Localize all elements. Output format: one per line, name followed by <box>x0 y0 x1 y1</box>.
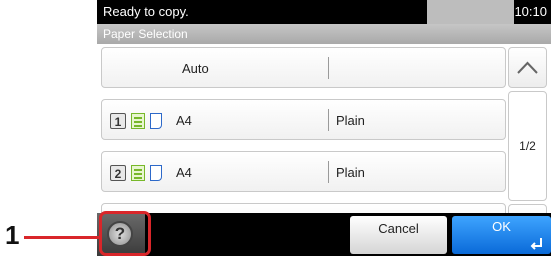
callout-highlight-box <box>99 211 151 256</box>
paper-size-label: A4 <box>176 165 192 180</box>
paper-type-label: Plain <box>336 113 365 128</box>
tray-icons: 2 <box>110 164 162 182</box>
status-bar-gap <box>427 0 525 24</box>
chevron-up-icon <box>517 61 538 74</box>
tray-number-icon: 1 <box>110 113 126 129</box>
bottom-bar: ? Cancel OK <box>97 213 551 256</box>
column-divider <box>328 109 329 131</box>
screen-title: Paper Selection <box>97 24 551 44</box>
page-indicator: 1/2 <box>508 91 547 201</box>
paper-row-tray-1[interactable]: 1 A4 Plain <box>101 99 506 140</box>
status-bar: Ready to copy. 10:10 <box>97 0 551 24</box>
column-divider <box>328 57 329 79</box>
column-divider <box>328 161 329 183</box>
cancel-button[interactable]: Cancel <box>350 216 447 254</box>
copier-panel: Ready to copy. 10:10 Paper Selection Aut… <box>97 0 551 256</box>
status-time: 10:10 <box>514 0 547 24</box>
paper-sheet-icon <box>150 113 162 129</box>
paper-stack-icon <box>131 113 145 129</box>
enter-icon <box>530 238 542 250</box>
paper-stack-icon <box>131 165 145 181</box>
tray-number-icon: 2 <box>110 165 126 181</box>
paper-row-auto[interactable]: Auto <box>101 47 506 88</box>
callout-number: 1 <box>5 220 20 250</box>
paper-sheet-icon <box>150 165 162 181</box>
ok-button[interactable]: OK <box>452 216 551 254</box>
paper-row-tray-2[interactable]: 2 A4 Plain <box>101 151 506 192</box>
paper-size-label: A4 <box>176 113 192 128</box>
callout-pointer-line <box>24 236 100 239</box>
tray-icons: 1 <box>110 112 162 130</box>
paper-type-label: Plain <box>336 165 365 180</box>
scroll-up-button[interactable] <box>508 47 547 88</box>
paper-size-label: Auto <box>182 61 209 76</box>
ok-button-label: OK <box>492 219 511 234</box>
status-message: Ready to copy. <box>97 0 427 24</box>
